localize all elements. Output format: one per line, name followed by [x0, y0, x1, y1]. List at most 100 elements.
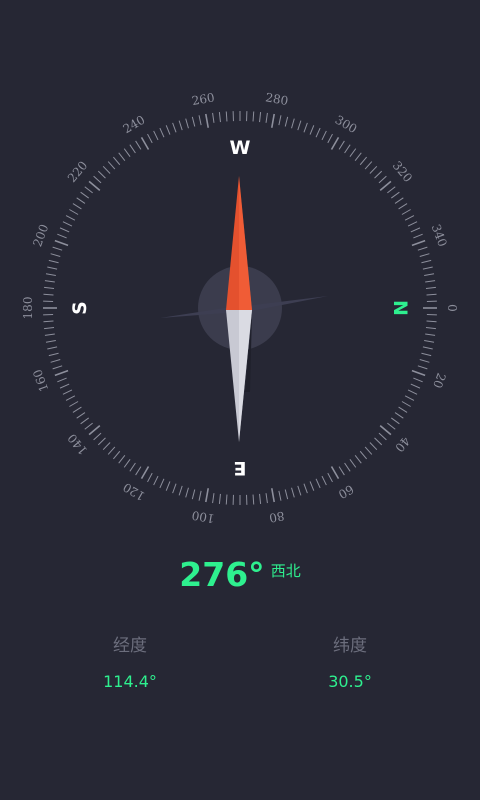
compass-tick — [417, 246, 428, 251]
compass-tick — [344, 462, 351, 472]
compass-tick — [84, 422, 93, 430]
compass-tick — [349, 458, 357, 468]
cardinal-e: E — [234, 457, 247, 479]
compass-tick — [129, 462, 136, 472]
compass-tick — [291, 487, 295, 498]
compass-tick — [123, 148, 131, 158]
compass-tick — [191, 116, 196, 127]
compass-tick — [80, 417, 90, 425]
compass-tick — [123, 458, 131, 468]
compass-tick — [374, 437, 383, 446]
compass-tick — [398, 203, 408, 210]
compass-tick — [270, 488, 275, 503]
compass-tick — [417, 365, 428, 370]
compass-tick — [278, 115, 282, 126]
compass-tick — [102, 165, 111, 174]
compass-tick — [394, 412, 404, 419]
compass-tick — [265, 112, 268, 123]
compass-degree-label: 180 — [21, 297, 35, 320]
compass-tick — [65, 395, 76, 401]
compass-tick — [330, 136, 340, 150]
compass-degree-label: 320 — [390, 158, 415, 185]
compass-tick — [278, 490, 282, 501]
compass-tick — [43, 293, 54, 296]
compass-tick — [419, 253, 430, 257]
compass-tick — [425, 333, 436, 336]
compass-tick — [252, 111, 255, 122]
compass-tick — [205, 113, 210, 128]
compass-tick — [69, 401, 79, 407]
compass-needle — [160, 176, 328, 442]
compass-tick — [62, 221, 73, 227]
compass-tick — [424, 273, 435, 277]
compass-tick — [135, 140, 142, 150]
compass-tick — [191, 489, 196, 500]
compass-tick — [198, 490, 202, 501]
compass-tick — [93, 432, 102, 441]
compass-degree-label: 0 — [445, 304, 459, 312]
compass-tick — [52, 246, 63, 251]
compass-tick — [44, 286, 55, 289]
compass-tick — [165, 125, 171, 135]
compass-tick — [178, 120, 183, 131]
compass-tick — [44, 333, 55, 336]
compass-tick — [50, 253, 61, 257]
compass-tick — [178, 485, 183, 496]
compass-degree-label: 60 — [336, 482, 356, 502]
compass-tick — [76, 412, 86, 419]
compass-tick — [410, 227, 421, 233]
compass-tick — [315, 478, 321, 489]
compass-tick — [378, 432, 387, 441]
compass-tick — [140, 466, 150, 480]
compass-tick — [259, 493, 262, 504]
compass-tick — [407, 389, 418, 395]
compass-tick — [426, 293, 437, 296]
compass-tick — [44, 327, 55, 330]
compass-degree-label: 120 — [121, 480, 148, 504]
compass-tick — [422, 346, 433, 350]
longitude-value: 114.4° — [103, 672, 157, 691]
cardinal-w: W — [230, 137, 251, 159]
compass-degree-label: 160 — [30, 367, 51, 393]
compass-tick — [297, 120, 302, 131]
compass-tick — [426, 320, 437, 323]
compass-tick — [327, 133, 333, 144]
compass-tick — [107, 161, 116, 170]
compass-tick — [72, 406, 82, 413]
compass-tick — [379, 180, 392, 191]
compass-tick — [387, 186, 396, 194]
compass-tick — [48, 352, 59, 357]
compass-tick — [59, 383, 70, 389]
heading-direction: 西北 — [270, 562, 301, 580]
compass-tick — [45, 273, 56, 277]
compass-tick — [112, 156, 121, 166]
compass-tick — [338, 466, 345, 476]
compass-tick — [135, 466, 142, 476]
compass-tick — [102, 442, 111, 451]
longitude-label: 经度 — [113, 636, 147, 656]
compass-tick — [359, 450, 368, 460]
compass-tick — [218, 112, 221, 123]
compass-tick — [43, 320, 54, 323]
compass-degree-label: 280 — [264, 90, 289, 108]
compass-tick — [364, 446, 373, 455]
compass-tick — [303, 483, 308, 494]
compass-tick — [421, 352, 432, 357]
compass-tick — [59, 227, 70, 233]
compass-dial: 0 20 40 60 80 100 120 140 160 180 200 220 240 260 280 3… — [21, 90, 459, 525]
compass-tick — [369, 442, 378, 451]
compass-tick — [369, 165, 378, 174]
compass-tick — [50, 359, 61, 363]
compass-tick — [359, 156, 368, 166]
compass-tick — [153, 475, 159, 486]
compass-tick — [364, 161, 373, 170]
compass-tick — [54, 369, 69, 377]
compass-tick — [47, 266, 58, 270]
compass-tick — [165, 481, 171, 491]
compass-tick — [421, 259, 432, 264]
compass-tick — [48, 259, 59, 264]
compass-tick — [84, 186, 93, 194]
compass-tick — [80, 191, 90, 199]
compass-tick — [338, 140, 345, 150]
compass-tick — [76, 197, 86, 204]
